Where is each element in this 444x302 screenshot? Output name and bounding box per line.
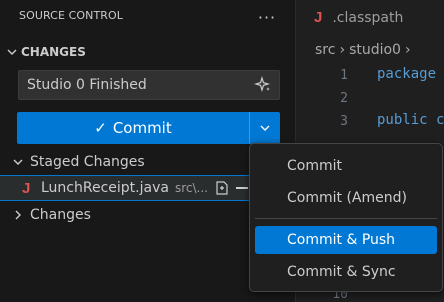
breadcrumb: src › studio0 › (315, 42, 415, 58)
chevron-right-icon: › (404, 42, 411, 58)
menu-item-commit-amend[interactable]: Commit (Amend) (255, 184, 437, 212)
commit-button-label: Commit (112, 119, 172, 137)
chevron-down-icon (3, 46, 21, 58)
more-actions-button[interactable]: ··· (252, 3, 282, 31)
menu-item-commit[interactable]: Commit (255, 152, 437, 180)
sparkle-icon[interactable] (254, 76, 272, 94)
open-file-icon[interactable] (214, 180, 230, 196)
editor-tab-bar: J .classpath (297, 0, 444, 35)
line-number: 2 (340, 91, 348, 106)
line-number: 1 (340, 68, 348, 83)
chevron-down-icon (260, 125, 270, 131)
ellipsis-icon: ··· (257, 7, 277, 27)
commit-message-input[interactable]: Studio 0 Finished (18, 70, 280, 100)
check-icon: ✓ (94, 119, 107, 137)
menu-item-commit-push[interactable]: Commit & Push (255, 226, 437, 254)
menu-item-commit-sync[interactable]: Commit & Sync (255, 258, 437, 286)
menu-separator (255, 218, 437, 219)
code-line[interactable]: package (377, 66, 436, 82)
commit-button[interactable]: ✓ Commit (17, 112, 249, 144)
file-name: LunchReceipt.java (41, 180, 169, 196)
commit-dropdown-button[interactable] (249, 112, 280, 144)
line-number: 3 (340, 114, 348, 129)
tab-classpath[interactable]: J .classpath (297, 0, 444, 35)
commit-options-menu: Commit Commit (Amend) Commit & Push Comm… (249, 143, 443, 292)
chevron-right-icon (10, 209, 26, 221)
chevron-down-icon (10, 156, 26, 168)
file-path: src\... (174, 181, 208, 195)
breadcrumb-item[interactable]: src (315, 42, 335, 58)
chevron-right-icon: › (339, 42, 346, 58)
section-title: CHANGES (21, 45, 86, 59)
breadcrumb-item[interactable]: studio0 (349, 42, 401, 58)
java-file-icon: J (314, 9, 323, 26)
unstage-icon[interactable] (235, 187, 248, 189)
panel-title: SOURCE CONTROL (19, 9, 124, 22)
changes-section-header[interactable]: CHANGES (0, 40, 296, 64)
java-file-icon: J (22, 179, 31, 197)
staged-changes-label: Staged Changes (30, 154, 145, 170)
code-line[interactable]: public c (377, 112, 444, 128)
commit-message-text: Studio 0 Finished (27, 77, 147, 93)
changes-label: Changes (30, 207, 91, 223)
tab-label: .classpath (332, 9, 404, 26)
